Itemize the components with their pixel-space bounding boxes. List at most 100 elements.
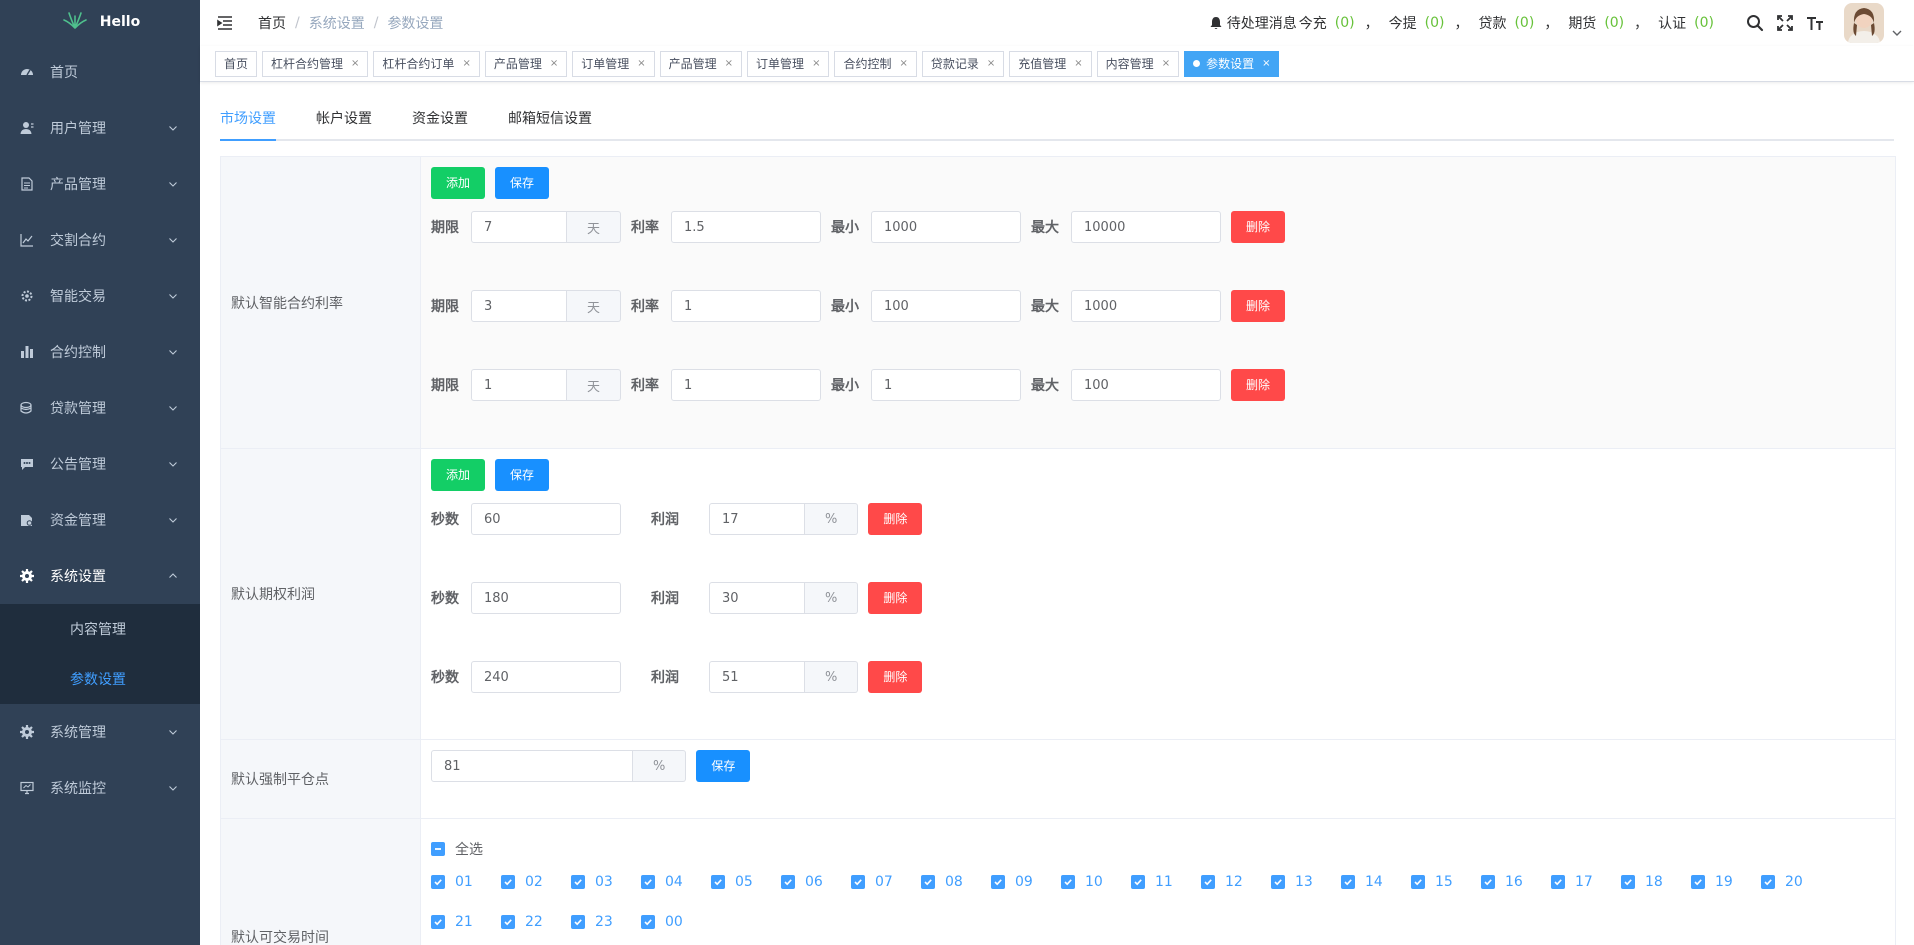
sidebar-item-8[interactable]: 资金管理: [0, 492, 200, 548]
caret-down-icon[interactable]: [1892, 28, 1902, 38]
hour-checkbox-09[interactable]: 09: [991, 871, 1061, 893]
tag-8[interactable]: 贷款记录 ×: [921, 50, 1005, 77]
hour-checkbox-13[interactable]: 13: [1271, 871, 1341, 893]
tag-9[interactable]: 充值管理 ×: [1009, 50, 1092, 77]
max-input[interactable]: 100: [1071, 369, 1222, 401]
seconds-input[interactable]: 240: [471, 661, 621, 693]
profit-input[interactable]: 51: [709, 661, 805, 693]
hour-checkbox-04[interactable]: 04: [641, 871, 711, 893]
hour-checkbox-10[interactable]: 10: [1061, 871, 1131, 893]
rate-input[interactable]: 1: [671, 290, 822, 322]
hour-checkbox-14[interactable]: 14: [1341, 871, 1411, 893]
hour-checkbox-08[interactable]: 08: [921, 871, 991, 893]
liquidation-input[interactable]: 81: [431, 750, 633, 782]
hour-checkbox-19[interactable]: 19: [1691, 871, 1761, 893]
avatar[interactable]: [1844, 3, 1884, 43]
close-icon[interactable]: ×: [1162, 52, 1170, 76]
sidebar-item-2[interactable]: 产品管理: [0, 156, 200, 212]
min-input[interactable]: 1000: [871, 211, 1022, 243]
period-input[interactable]: 7: [471, 211, 567, 243]
hour-checkbox-18[interactable]: 18: [1621, 871, 1691, 893]
rate-input[interactable]: 1: [671, 369, 822, 401]
hour-checkbox-06[interactable]: 06: [781, 871, 851, 893]
tag-10[interactable]: 内容管理 ×: [1096, 50, 1180, 77]
hour-checkbox-20[interactable]: 20: [1761, 871, 1831, 893]
breadcrumb-home[interactable]: 首页: [258, 13, 286, 33]
hour-checkbox-11[interactable]: 11: [1131, 871, 1201, 893]
close-icon[interactable]: ×: [637, 52, 645, 76]
sidebar-item-3[interactable]: 交割合约: [0, 212, 200, 268]
tag-4[interactable]: 订单管理 ×: [572, 50, 655, 77]
close-icon[interactable]: ×: [462, 52, 470, 76]
save-profit-button[interactable]: 保存: [495, 459, 550, 491]
tag-5[interactable]: 产品管理 ×: [659, 50, 743, 77]
add-profit-button[interactable]: 添加: [431, 459, 486, 491]
sidebar-item-7[interactable]: 公告管理: [0, 436, 200, 492]
delete-rate-button[interactable]: 删除: [1231, 211, 1286, 243]
close-icon[interactable]: ×: [351, 52, 359, 76]
delete-profit-button[interactable]: 删除: [868, 503, 923, 535]
rate-input[interactable]: 1.5: [671, 211, 822, 243]
profit-input[interactable]: 17: [709, 503, 805, 535]
hour-checkbox-03[interactable]: 03: [571, 871, 641, 893]
close-icon[interactable]: ×: [899, 52, 907, 76]
pending-notices[interactable]: 待处理消息 今充 (0) ， 今提 (0) ， 贷款 (0) ， 期货 (0) ， 认证 (0): [1209, 13, 1720, 33]
hour-checkbox-07[interactable]: 07: [851, 871, 921, 893]
submenu-item-1[interactable]: 参数设置: [0, 654, 200, 704]
close-icon[interactable]: ×: [1262, 52, 1270, 76]
profit-input[interactable]: 30: [709, 582, 805, 614]
period-input[interactable]: 3: [471, 290, 567, 322]
min-input[interactable]: 1: [871, 369, 1022, 401]
hour-checkbox-22[interactable]: 22: [501, 911, 571, 933]
sidebar-item-4[interactable]: 智能交易: [0, 268, 200, 324]
submenu-item-0[interactable]: 内容管理: [0, 604, 200, 654]
close-icon[interactable]: ×: [987, 52, 995, 76]
sidebar-item-1[interactable]: 用户管理: [0, 100, 200, 156]
delete-profit-button[interactable]: 删除: [868, 582, 923, 614]
hour-checkbox-15[interactable]: 15: [1411, 871, 1481, 893]
hour-checkbox-00[interactable]: 00: [641, 911, 711, 933]
add-rate-button[interactable]: 添加: [431, 167, 486, 199]
delete-rate-button[interactable]: 删除: [1231, 369, 1286, 401]
hour-checkbox-21[interactable]: 21: [431, 911, 501, 933]
search-icon[interactable]: [1746, 14, 1764, 32]
sidebar-item-0[interactable]: 首页: [0, 44, 200, 100]
hour-checkbox-16[interactable]: 16: [1481, 871, 1551, 893]
seconds-input[interactable]: 60: [471, 503, 621, 535]
hamburger-icon[interactable]: [216, 14, 234, 32]
max-input[interactable]: 10000: [1071, 211, 1222, 243]
sidebar-item-9[interactable]: 系统设置: [0, 548, 200, 604]
save-rate-button[interactable]: 保存: [495, 167, 550, 199]
font-size-icon[interactable]: [1806, 14, 1824, 32]
tab-3[interactable]: 邮箱短信设置: [508, 99, 592, 139]
tab-0[interactable]: 市场设置: [220, 99, 276, 141]
save-liquidation-button[interactable]: 保存: [696, 750, 751, 782]
min-input[interactable]: 100: [871, 290, 1022, 322]
hour-checkbox-17[interactable]: 17: [1551, 871, 1621, 893]
close-icon[interactable]: ×: [812, 52, 820, 76]
close-icon[interactable]: ×: [725, 52, 733, 76]
tag-6[interactable]: 订单管理 ×: [747, 50, 830, 77]
tag-2[interactable]: 杠杆合约订单 ×: [373, 50, 480, 77]
period-input[interactable]: 1: [471, 369, 567, 401]
seconds-input[interactable]: 180: [471, 582, 621, 614]
max-input[interactable]: 1000: [1071, 290, 1222, 322]
sidebar-item-10[interactable]: 系统管理: [0, 704, 200, 760]
hour-checkbox-05[interactable]: 05: [711, 871, 781, 893]
hour-checkbox-23[interactable]: 23: [571, 911, 641, 933]
tag-11[interactable]: 参数设置 ×: [1184, 50, 1280, 77]
select-all-checkbox[interactable]: 全选: [431, 839, 1885, 859]
tag-3[interactable]: 产品管理 ×: [484, 50, 568, 77]
tag-1[interactable]: 杠杆合约管理 ×: [262, 50, 369, 77]
close-icon[interactable]: ×: [1074, 52, 1082, 76]
fullscreen-icon[interactable]: [1776, 14, 1794, 32]
tag-0[interactable]: 首页: [215, 50, 258, 77]
tab-2[interactable]: 资金设置: [412, 99, 468, 139]
logo[interactable]: Hello: [0, 0, 200, 44]
sidebar-item-5[interactable]: 合约控制: [0, 324, 200, 380]
sidebar-item-11[interactable]: 系统监控: [0, 760, 200, 816]
hour-checkbox-01[interactable]: 01: [431, 871, 501, 893]
tab-1[interactable]: 帐户设置: [316, 99, 372, 139]
delete-profit-button[interactable]: 删除: [868, 661, 923, 693]
close-icon[interactable]: ×: [550, 52, 558, 76]
